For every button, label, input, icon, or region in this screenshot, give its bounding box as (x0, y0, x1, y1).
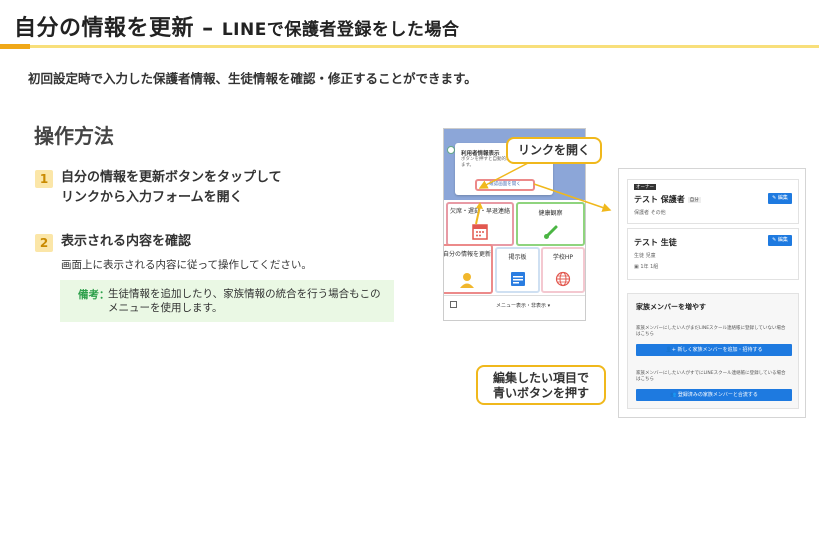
note-line-1: 生徒情報を追加したり、家族情報の統合を行う場合もこの (108, 288, 381, 300)
family-title: 家族メンバーを増やす (636, 303, 706, 311)
callout-open-link: リンクを開く (506, 137, 602, 164)
intro-text: 初回設定時で入力した保護者情報、生徒情報を確認・修正することができます。 (28, 71, 477, 86)
join-family-member-button[interactable]: 👥 登録済みの家族メンバーと合流する (636, 389, 792, 401)
group-icon: 👥 (670, 392, 678, 398)
step-1-line1: 自分の情報を更新ボタンをタップして (61, 170, 282, 185)
family-note-2-line-2: はこちら (636, 377, 654, 382)
step-1-line2: リンクから入力フォームを開く (61, 190, 243, 205)
owner-tag: オーナー (634, 184, 656, 190)
tile-school-hp[interactable]: 学校HP (541, 247, 585, 293)
note-text: 生徒情報を追加したり、家族情報の統合を行う場合もこの メニューを使用します。 (108, 287, 381, 315)
title-bar: 自分の情報を更新 – LINEで保護者登録をした場合 (0, 0, 819, 52)
guardian-card: オーナー テスト 保護者 自分 保護者 その他 ✎ 編集 (627, 179, 799, 224)
self-badge: 自分 (687, 196, 701, 203)
menu-toggle-label: メニュー表示・非表示 ▾ (496, 303, 551, 309)
step-2-desc: 画面上に表示される内容に従って操作してください。 (61, 259, 312, 271)
arrow-up-head (476, 202, 483, 209)
callout-press-blue-line-1: 編集したい項目で (492, 371, 589, 385)
join-family-member-label: 登録済みの家族メンバーと合流する (677, 392, 758, 398)
step-2-title: 表示される内容を確認 (61, 234, 192, 249)
section-title: 操作方法 (34, 124, 114, 148)
add-family-member-label: 新しく家族メンバーを追加・招待する (677, 347, 763, 353)
step-2-badge: 2 (35, 234, 53, 252)
step-1-badge: 1 (35, 170, 53, 188)
family-note-1-line-1: 家族メンバーにしたい人がまだLINEスクール連絡帳に登録していない場合 (636, 326, 786, 331)
tile-school-hp-label: 学校HP (552, 254, 574, 261)
add-family-member-button[interactable]: 👤+ 新しく家族メンバーを追加・招待する (636, 344, 792, 356)
student-type: 生徒 児童 (634, 253, 656, 259)
student-card: テスト 生徒 生徒 児童 ▣ 1年 1組 ✎ 編集 (627, 228, 799, 280)
family-card: 家族メンバーを増やす 家族メンバーにしたい人がまだLINEスクール連絡帳に登録し… (627, 293, 799, 409)
page-title-dash: – (194, 16, 222, 41)
menu-bar[interactable]: メニュー表示・非表示 ▾ (444, 295, 585, 320)
menu-icon (450, 301, 457, 308)
tile-update-info-label: 自分の情報を更新 (443, 251, 492, 258)
arrow-to-form (533, 183, 612, 212)
user-icon (460, 273, 474, 288)
note-label: 備考： (78, 289, 110, 301)
callout-press-blue-line-2: 青いボタンを押す (492, 386, 589, 400)
globe-icon (555, 271, 571, 287)
guardian-name: テスト 保護者 自分 (634, 194, 701, 205)
title-underline-accent (0, 44, 30, 49)
tile-bulletin-label: 掲示板 (508, 254, 527, 261)
note-box: 備考： 生徒情報を追加したり、家族情報の統合を行う場合もこの メニューを使用しま… (60, 280, 394, 322)
arrow-up-line (475, 205, 481, 225)
student-class-text: 1年 1組 (640, 264, 659, 270)
arrow-to-link-button (478, 161, 531, 189)
family-note-2: 家族メンバーにしたい人がすでにLINEスクール連絡帳に登録している場合 はこちら (636, 371, 785, 383)
page-title: 自分の情報を更新 – LINEで保護者登録をした場合 (14, 10, 459, 42)
family-note-2-line-1: 家族メンバーにしたい人がすでにLINEスクール連絡帳に登録している場合 (636, 371, 786, 376)
edit-guardian-label: 編集 (777, 195, 788, 201)
page-title-main: 自分の情報を更新 (14, 16, 195, 41)
page-title-sub: LINEで保護者登録をした場合 (221, 20, 460, 40)
title-underline (30, 45, 819, 48)
thermometer-icon (543, 225, 557, 239)
app-logo-icon (447, 146, 455, 154)
family-note-1: 家族メンバーにしたい人がまだLINEスクール連絡帳に登録していない場合 はこちら (636, 326, 785, 338)
info-form-panel: オーナー テスト 保護者 自分 保護者 その他 ✎ 編集 テスト 生徒 生徒 児童… (618, 168, 806, 418)
student-name: テスト 生徒 (634, 238, 677, 247)
edit-student-button[interactable]: ✎ 編集 (768, 235, 792, 246)
guardian-name-text: テスト 保護者 (634, 195, 685, 204)
callout-press-blue-button: 編集したい項目で 青いボタンを押す (476, 365, 606, 405)
tile-bulletin[interactable]: 掲示板 (495, 247, 540, 293)
note-line-2: メニューを使用します。 (108, 302, 223, 314)
student-class: ▣ 1年 1組 (634, 263, 658, 270)
family-note-1-line-2: はこちら (636, 332, 654, 337)
edit-student-label: 編集 (777, 237, 788, 243)
arrow-up-overlay (475, 202, 483, 225)
tile-update-info[interactable]: 自分の情報を更新 (443, 244, 493, 294)
edit-guardian-button[interactable]: ✎ 編集 (768, 193, 792, 204)
guardian-relation: 保護者 その他 (634, 210, 666, 216)
bulletin-board-icon (510, 272, 525, 286)
add-user-icon: 👤+ (665, 347, 678, 353)
